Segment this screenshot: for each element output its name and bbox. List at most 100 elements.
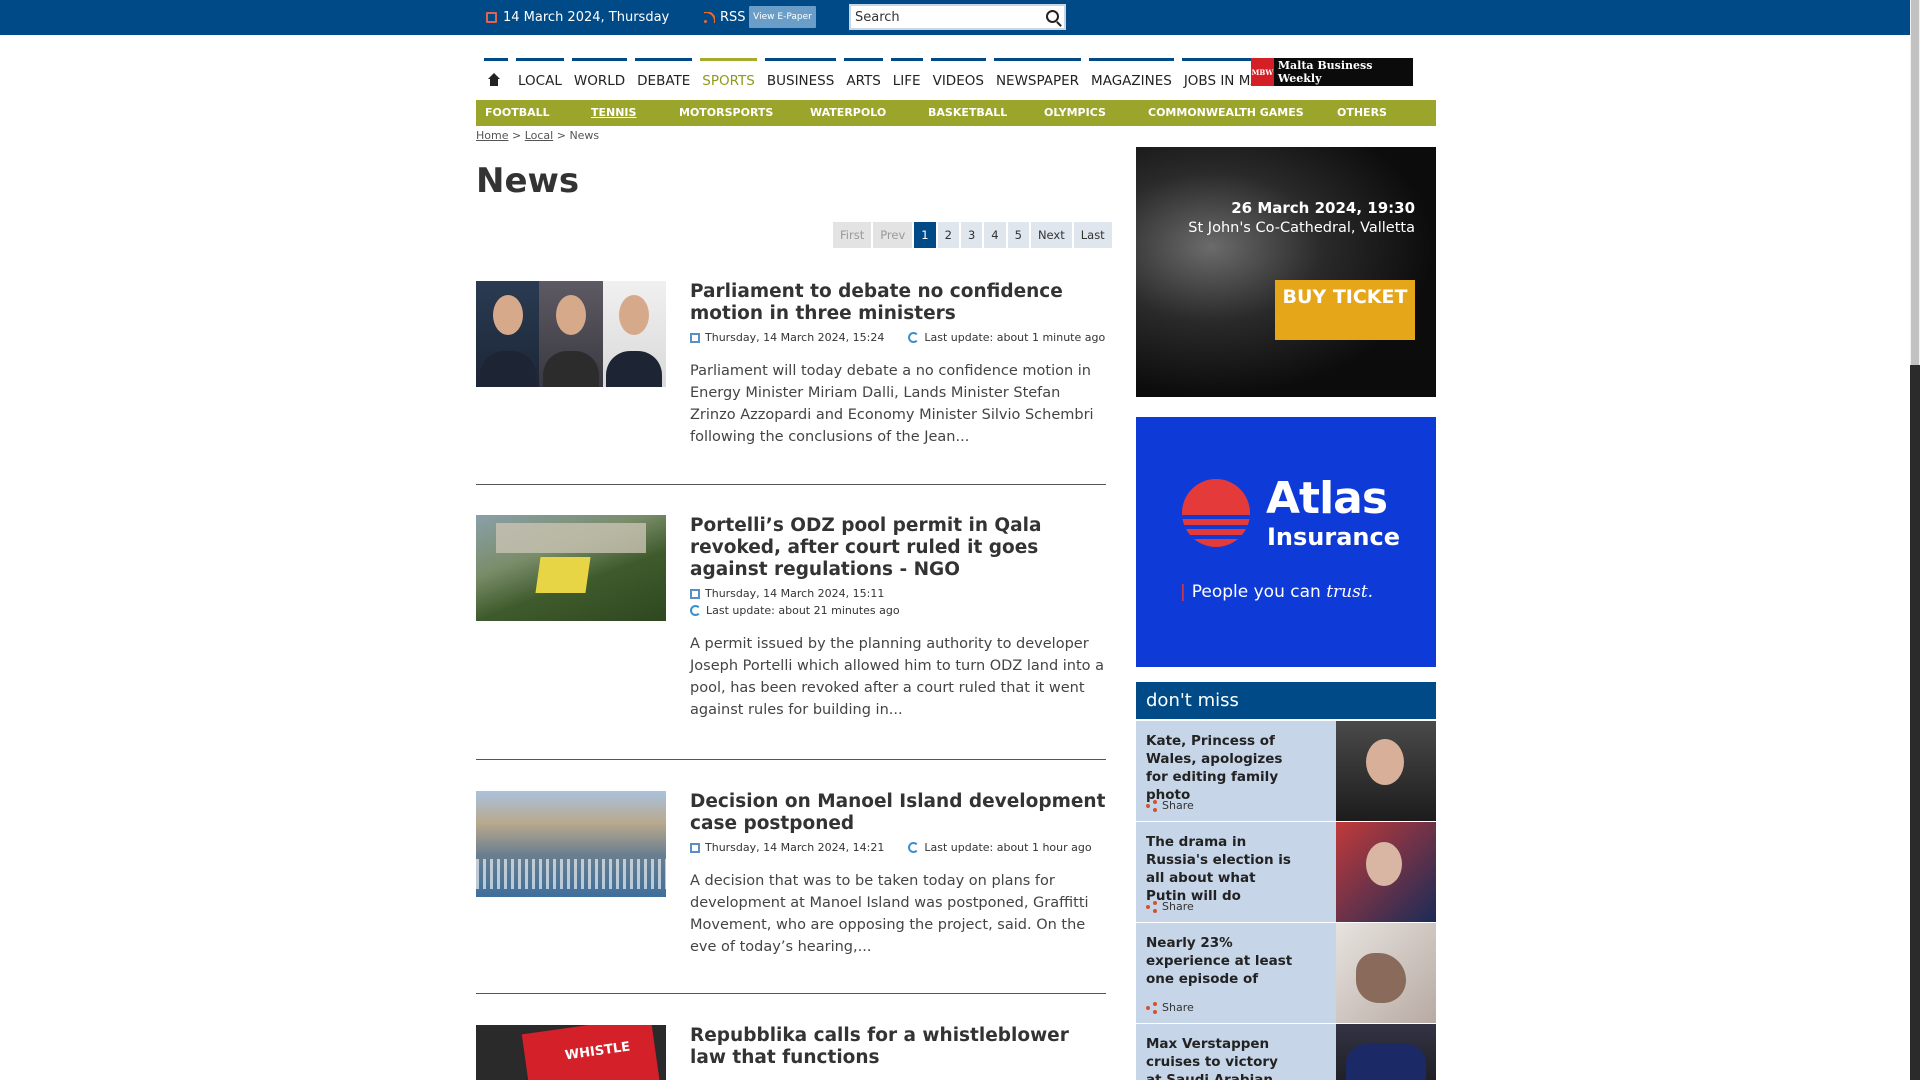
dont-miss-title[interactable]: Kate, Princess of Wales, apologizes for … xyxy=(1146,732,1296,804)
nav-business[interactable]: BUSINESS xyxy=(764,58,837,90)
nav-bar xyxy=(890,58,923,61)
subnav-waterpolo[interactable]: WATERPOLO xyxy=(810,106,886,119)
article-thumbnail[interactable] xyxy=(476,281,666,387)
dont-miss-title[interactable]: The drama in Russia's election is all ab… xyxy=(1146,833,1296,905)
nav-bar xyxy=(1089,58,1174,61)
concert-ad[interactable]: 26 March 2024, 19:30 St John's Co-Cathed… xyxy=(1136,147,1436,397)
article-thumbnail[interactable] xyxy=(476,791,666,897)
photo-panel xyxy=(476,281,540,387)
article-excerpt: A permit issued by the planning authorit… xyxy=(690,636,1105,718)
malta-business-weekly-logo[interactable]: MBW Malta Business Weekly xyxy=(1251,58,1413,86)
page-scrollbar[interactable] xyxy=(1910,0,1920,1080)
scrollbar-thumb[interactable] xyxy=(1911,0,1919,365)
nav-sports[interactable]: SPORTS xyxy=(700,58,757,90)
subnav-motorsports[interactable]: MOTORSPORTS xyxy=(679,106,773,119)
subnav-football[interactable]: FOOTBALL xyxy=(485,106,550,119)
article-thumbnail[interactable]: WHISTLE open xyxy=(476,1025,666,1080)
article-thumbnail[interactable] xyxy=(476,515,666,621)
pager-first[interactable]: First xyxy=(833,222,872,248)
dont-miss-title[interactable]: Max Verstappen cruises to victory at Sau… xyxy=(1146,1035,1296,1080)
dont-miss-title[interactable]: Nearly 23% experience at least one episo… xyxy=(1146,934,1296,988)
face-shape xyxy=(619,295,650,335)
buy-ticket-button[interactable]: BUY TICKET xyxy=(1275,280,1415,340)
dont-miss-thumbnail[interactable] xyxy=(1336,822,1436,922)
nav-magazines[interactable]: MAGAZINES xyxy=(1089,58,1174,90)
subnav-commonwealth-games[interactable]: COMMONWEALTH GAMES xyxy=(1148,106,1304,119)
article-title[interactable]: Parliament to debate no confidence motio… xyxy=(690,281,1106,325)
sports-subnav: FOOTBALL TENNIS MOTORSPORTS WATERPOLO BA… xyxy=(476,100,1436,126)
nav-life[interactable]: LIFE xyxy=(890,58,923,90)
pager-next[interactable]: Next xyxy=(1030,222,1072,248)
subnav-tennis[interactable]: TENNIS xyxy=(591,106,636,119)
article-item: Decision on Manoel Island development ca… xyxy=(476,791,1106,961)
divider xyxy=(476,993,1106,994)
dont-miss-thumbnail[interactable] xyxy=(1336,1024,1436,1080)
article-excerpt: A decision that was to be taken today on… xyxy=(690,873,1089,955)
face-shape xyxy=(492,295,523,335)
nav-videos-label: VIDEOS xyxy=(932,73,984,89)
pager-page-1[interactable]: 1 xyxy=(914,222,936,248)
dont-miss-thumbnail[interactable] xyxy=(1336,721,1436,821)
rss-link[interactable]: RSS xyxy=(704,10,746,25)
breadcrumb-home[interactable]: Home xyxy=(476,129,508,142)
atlas-sun-logo xyxy=(1182,479,1250,547)
nav-bar xyxy=(764,58,837,61)
article-update-text: Last update: about 1 hour ago xyxy=(924,841,1092,854)
atlas-brand-sub: Insurance xyxy=(1267,523,1401,551)
view-epaper-button[interactable]: View E-Paper xyxy=(749,6,816,28)
nav-bar xyxy=(516,58,564,61)
logo-stripe xyxy=(1182,525,1250,529)
article-item: Parliament to debate no confidence motio… xyxy=(476,281,1106,451)
share-icon xyxy=(1146,1002,1157,1013)
breadcrumb-local[interactable]: Local xyxy=(525,129,554,142)
nav-world[interactable]: WORLD xyxy=(571,58,628,90)
pager-prev[interactable]: Prev xyxy=(873,222,913,248)
article-title[interactable]: Repubblika calls for a whistleblower law… xyxy=(690,1025,1106,1069)
share-button[interactable]: Share xyxy=(1146,900,1194,913)
dont-miss-item[interactable]: The drama in Russia's election is all ab… xyxy=(1136,822,1436,922)
share-icon xyxy=(1146,901,1157,912)
dont-miss-item[interactable]: Nearly 23% experience at least one episo… xyxy=(1136,923,1436,1023)
dont-miss-item[interactable]: Max Verstappen cruises to victory at Sau… xyxy=(1136,1024,1436,1080)
search-icon[interactable] xyxy=(1046,10,1059,23)
article-date: Thursday, 14 March 2024, 15:11 xyxy=(690,587,884,600)
article-body: Parliament to debate no confidence motio… xyxy=(690,281,1106,448)
pager-page-3[interactable]: 3 xyxy=(960,222,983,248)
nav-videos[interactable]: VIDEOS xyxy=(930,58,986,90)
logo-stripe xyxy=(1182,515,1250,519)
pager-page-4[interactable]: 4 xyxy=(984,222,1006,248)
atlas-insurance-ad[interactable]: Atlas Insurance | People you can trust. xyxy=(1136,417,1436,667)
nav-local[interactable]: LOCAL xyxy=(516,58,564,90)
pager-last[interactable]: Last xyxy=(1073,222,1112,248)
current-date: 14 March 2024, Thursday xyxy=(486,10,669,25)
nav-home[interactable] xyxy=(484,58,508,90)
search-input[interactable]: Search xyxy=(849,4,1066,30)
pager-page-2[interactable]: 2 xyxy=(937,222,959,248)
atlas-tagline: | People you can trust. xyxy=(1180,582,1373,602)
nav-bar xyxy=(700,58,757,61)
article-meta: Thursday, 14 March 2024, 14:21 Last upda… xyxy=(690,841,1106,854)
top-bar: 14 March 2024, Thursday RSS View E-Paper… xyxy=(0,0,1910,35)
nav-debate[interactable]: DEBATE xyxy=(635,58,693,90)
divider xyxy=(476,484,1106,485)
subnav-others[interactable]: OTHERS xyxy=(1337,106,1387,119)
article-date-text: Thursday, 14 March 2024, 15:11 xyxy=(705,587,885,600)
article-title[interactable]: Portelli’s ODZ pool permit in Qala revok… xyxy=(690,515,1106,581)
article-title[interactable]: Decision on Manoel Island development ca… xyxy=(690,791,1106,835)
refresh-icon xyxy=(908,842,920,853)
dont-miss-item[interactable]: Kate, Princess of Wales, apologizes for … xyxy=(1136,721,1436,821)
share-label: Share xyxy=(1162,799,1194,812)
subnav-olympics[interactable]: OLYMPICS xyxy=(1044,106,1106,119)
share-label: Share xyxy=(1162,1001,1194,1014)
pager-page-5[interactable]: 5 xyxy=(1007,222,1029,248)
subnav-basketball[interactable]: BASKETBALL xyxy=(928,106,1007,119)
nav-newspaper[interactable]: NEWSPAPER xyxy=(993,58,1082,90)
share-button[interactable]: Share xyxy=(1146,1001,1194,1014)
dont-miss-thumbnail[interactable] xyxy=(1336,923,1436,1023)
nav-arts[interactable]: ARTS xyxy=(844,58,883,90)
share-button[interactable]: Share xyxy=(1146,799,1194,812)
article-meta: Thursday, 14 March 2024, 15:24 Last upda… xyxy=(690,331,1106,344)
refresh-icon xyxy=(690,605,701,616)
divider xyxy=(476,759,1106,760)
atlas-tagline-text: People you can xyxy=(1191,582,1327,602)
